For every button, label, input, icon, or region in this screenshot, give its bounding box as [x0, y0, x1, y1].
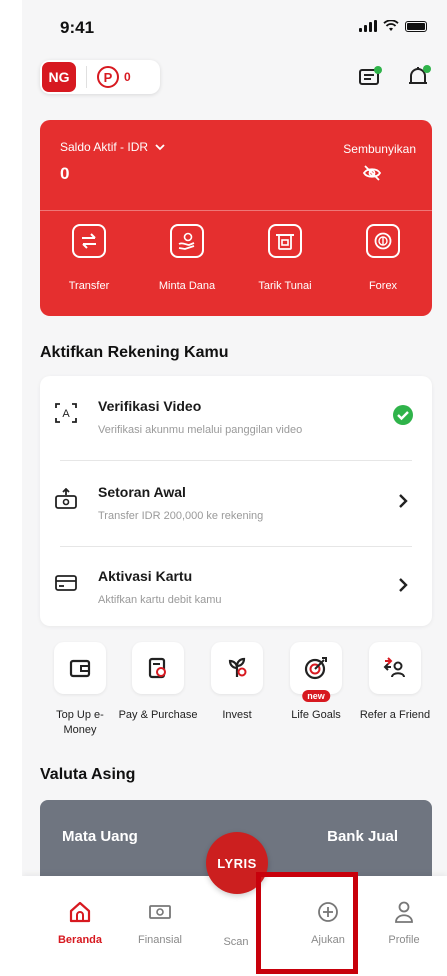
- balance-actions: Transfer Minta Dana Tarik Tunai Forex: [40, 224, 432, 304]
- eye-off-icon[interactable]: [362, 164, 382, 182]
- menu-label: Life Goals: [291, 709, 341, 721]
- plant-icon: [211, 642, 263, 694]
- bill-icon: [132, 642, 184, 694]
- credit-card-icon: [55, 575, 77, 591]
- activation-item-title: Verifikasi Video: [98, 398, 202, 414]
- status-bar: 9:41: [22, 0, 447, 52]
- new-badge: new: [302, 690, 330, 702]
- inbox-button[interactable]: [357, 64, 383, 90]
- menu-label: Top Up e-Money: [56, 709, 104, 736]
- balance-label: Saldo Aktif - IDR: [60, 140, 149, 154]
- nav-label: Scan: [223, 936, 249, 948]
- scan-logo: LYRIS: [217, 855, 257, 871]
- forex-icon: [366, 224, 400, 258]
- nav-label: Finansial: [137, 934, 183, 946]
- cash-withdrawal-label: Tarik Tunai: [258, 280, 312, 292]
- forex-section-title: Valuta Asing: [40, 766, 136, 783]
- profile-icon: [395, 901, 413, 923]
- balance-value: 0: [60, 164, 70, 183]
- balance-card: Saldo Aktif - IDR 0 Sembunyikan Transfer…: [40, 120, 432, 316]
- menu-invest[interactable]: Invest: [197, 642, 277, 723]
- nav-finansial[interactable]: Finansial: [118, 900, 202, 946]
- menu-label: Pay & Purchase: [118, 709, 198, 721]
- atm-icon: [268, 224, 302, 258]
- menu-label: Invest: [222, 709, 252, 721]
- chevron-down-icon: [155, 144, 166, 151]
- wifi-icon: [383, 20, 399, 31]
- card-divider: [40, 210, 432, 211]
- balance-account-selector[interactable]: Saldo Aktif - IDR: [60, 140, 166, 154]
- menu-top-up-emoney[interactable]: Top Up e-Money: [40, 642, 120, 738]
- notification-button[interactable]: [405, 64, 431, 90]
- status-icons: [359, 20, 427, 32]
- refer-icon: [369, 642, 421, 694]
- hide-balance-label[interactable]: Sembunyikan: [343, 142, 416, 156]
- activation-item-title: Aktivasi Kartu: [98, 568, 193, 584]
- menu-refer-friend[interactable]: Refer a Friend: [355, 642, 435, 723]
- activation-divider: [60, 460, 412, 461]
- request-money-label: Minta Dana: [158, 280, 216, 292]
- svg-text:A: A: [62, 408, 70, 420]
- quick-menu: Top Up e-Money Pay & Purchase Invest new…: [40, 642, 440, 752]
- forex-button[interactable]: Forex: [338, 224, 428, 304]
- forex-col-bank-sell: Bank Jual: [327, 828, 398, 845]
- status-time: 9:41: [60, 18, 95, 37]
- request-money-icon: [170, 224, 204, 258]
- chevron-right-icon: [399, 578, 408, 592]
- face-scan-icon: A: [55, 403, 77, 423]
- activation-item-card-activation[interactable]: Aktivasi Kartu Aktifkan kartu debit kamu: [40, 546, 432, 628]
- menu-pay-purchase[interactable]: Pay & Purchase: [118, 642, 198, 723]
- forex-label: Forex: [368, 280, 398, 292]
- transfer-label: Transfer: [68, 280, 110, 292]
- top-bar: NG P 0: [22, 58, 447, 98]
- activation-item-title: Setoran Awal: [98, 484, 186, 500]
- top-actions: [357, 64, 431, 90]
- nav-label: Beranda: [57, 934, 103, 946]
- activation-item-subtitle: Aktifkan kartu debit kamu: [98, 594, 222, 606]
- chevron-right-icon: [399, 494, 408, 508]
- profile-points-pill[interactable]: NG P 0: [40, 60, 160, 94]
- battery-icon: [405, 20, 427, 32]
- nav-profile[interactable]: Profile: [362, 900, 446, 946]
- activation-item-initial-deposit[interactable]: Setoran Awal Transfer IDR 200,000 ke rek…: [40, 462, 432, 544]
- home-icon: [69, 901, 91, 923]
- target-icon: new: [290, 642, 342, 702]
- forex-col-currency: Mata Uang: [62, 828, 138, 845]
- notification-badge-dot: [423, 65, 431, 73]
- inbox-badge-dot: [374, 66, 382, 74]
- wallet-icon: [54, 642, 106, 694]
- request-money-button[interactable]: Minta Dana: [142, 224, 232, 304]
- activation-section-title: Aktifkan Rekening Kamu: [40, 344, 229, 361]
- nav-label: Profile: [388, 934, 420, 946]
- activation-card: A Verifikasi Video Verifikasi akunmu mel…: [40, 376, 432, 626]
- deposit-icon: [55, 488, 77, 509]
- activation-item-subtitle: Transfer IDR 200,000 ke rekening: [98, 510, 264, 522]
- activation-item-video-verification[interactable]: A Verifikasi Video Verifikasi akunmu mel…: [40, 376, 432, 458]
- highlight-box-ajukan: [256, 872, 358, 974]
- pill-divider: [86, 66, 87, 88]
- activation-item-subtitle: Verifikasi akunmu melalui panggilan vide…: [98, 424, 303, 436]
- points-icon: P: [97, 66, 119, 88]
- points-value: 0: [124, 70, 131, 84]
- signal-icon: [359, 20, 377, 32]
- phone-screen: 9:41 NG P 0 Saldo Aktif - IDR 0 Sembunyi…: [22, 0, 447, 976]
- check-circle-icon: [393, 405, 413, 425]
- transfer-icon: [72, 224, 106, 258]
- cash-icon: [149, 905, 171, 919]
- transfer-button[interactable]: Transfer: [44, 224, 134, 304]
- nav-beranda[interactable]: Beranda: [38, 900, 122, 946]
- menu-life-goals[interactable]: new Life Goals: [276, 642, 356, 723]
- avatar[interactable]: NG: [42, 62, 76, 92]
- menu-label: Refer a Friend: [359, 709, 431, 721]
- cash-withdrawal-button[interactable]: Tarik Tunai: [240, 224, 330, 304]
